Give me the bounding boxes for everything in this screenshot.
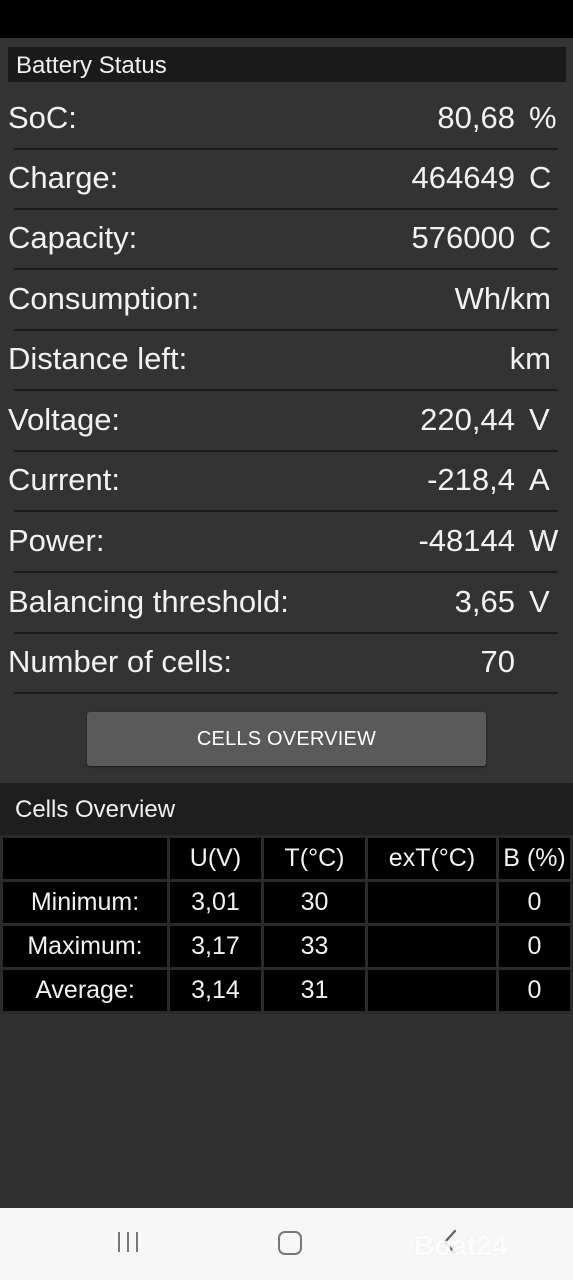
distance-left-label: Distance left: <box>8 341 188 376</box>
cells-overview-header: Cells Overview <box>0 783 573 835</box>
battery-status-header: Battery Status <box>8 47 566 82</box>
capacity-value: 576000 <box>411 220 515 255</box>
cells-overview-button[interactable]: CELLS OVERVIEW <box>87 712 486 766</box>
voltage-value: 220,44 <box>420 402 515 437</box>
column-header: B (%) <box>499 838 570 879</box>
table-row: Maximum: 3,17 33 0 <box>3 926 570 967</box>
table-cell: 0 <box>499 882 570 923</box>
number-of-cells-label: Number of cells: <box>8 644 232 679</box>
row-label: Average: <box>3 970 167 1011</box>
current-value: -218,4 <box>427 462 515 497</box>
row-voltage: Voltage: 220,44 V <box>0 392 573 452</box>
empty-area <box>0 1028 573 1208</box>
navigation-bar: Boat24 <box>0 1208 573 1280</box>
column-header: U(V) <box>170 838 261 879</box>
table-row: Average: 3,14 31 0 <box>3 970 570 1011</box>
charge-label: Charge: <box>8 160 119 195</box>
divider <box>14 692 558 694</box>
status-bar <box>0 0 573 38</box>
table-cell <box>368 882 496 923</box>
divider <box>14 268 558 270</box>
column-header: T(°C) <box>264 838 365 879</box>
cells-overview-table: U(V) T(°C) exT(°C) B (%) Minimum: 3,01 3… <box>0 835 573 1014</box>
current-unit: A <box>529 462 550 497</box>
consumption-label: Consumption: <box>8 281 200 316</box>
charge-value: 464649 <box>411 160 515 195</box>
divider <box>14 389 558 391</box>
divider <box>14 571 558 573</box>
cells-overview-title: Cells Overview <box>15 796 176 823</box>
number-of-cells-value: 70 <box>480 644 515 679</box>
table-cell: 3,14 <box>170 970 261 1011</box>
table-cell <box>368 926 496 967</box>
balancing-threshold-value: 3,65 <box>454 584 515 619</box>
voltage-label: Voltage: <box>8 402 121 437</box>
consumption-value: Wh/km <box>454 281 551 316</box>
battery-status-title: Battery Status <box>16 52 167 79</box>
table-row: Minimum: 3,01 30 0 <box>3 882 570 923</box>
charge-unit: C <box>529 160 552 195</box>
voltage-unit: V <box>529 402 550 437</box>
table-cell: 30 <box>264 882 365 923</box>
current-label: Current: <box>8 462 120 497</box>
home-icon[interactable] <box>278 1231 302 1255</box>
recents-icon[interactable] <box>118 1230 142 1254</box>
row-current: Current: -218,4 A <box>0 452 573 512</box>
row-distance-left: Distance left: km <box>0 331 573 391</box>
column-header: exT(°C) <box>368 838 496 879</box>
row-label: Maximum: <box>3 926 167 967</box>
row-charge: Charge: 464649 C <box>0 150 573 210</box>
table-cell: 3,01 <box>170 882 261 923</box>
power-label: Power: <box>8 523 105 558</box>
table-header-row: U(V) T(°C) exT(°C) B (%) <box>3 838 570 879</box>
row-soc: SoC: 80,68 % <box>0 90 573 150</box>
table-cell: 0 <box>499 970 570 1011</box>
table-cell: 33 <box>264 926 365 967</box>
divider <box>14 510 558 512</box>
balancing-threshold-label: Balancing threshold: <box>8 584 289 619</box>
table-cell: 3,17 <box>170 926 261 967</box>
column-header <box>3 838 167 879</box>
soc-label: SoC: <box>8 100 77 135</box>
capacity-label: Capacity: <box>8 220 138 255</box>
power-unit: W <box>529 523 559 558</box>
row-power: Power: -48144 W <box>0 513 573 573</box>
balancing-threshold-unit: V <box>529 584 550 619</box>
distance-left-value: km <box>509 341 551 376</box>
row-balancing-threshold: Balancing threshold: 3,65 V <box>0 574 573 634</box>
table-cell: 0 <box>499 926 570 967</box>
row-capacity: Capacity: 576000 C <box>0 210 573 270</box>
soc-value: 80,68 <box>437 100 515 135</box>
soc-unit: % <box>529 100 557 135</box>
row-label: Minimum: <box>3 882 167 923</box>
watermark: Boat24 <box>414 1230 508 1261</box>
row-number-of-cells: Number of cells: 70 <box>0 634 573 694</box>
table-cell <box>368 970 496 1011</box>
row-consumption: Consumption: Wh/km <box>0 271 573 331</box>
power-value: -48144 <box>418 523 515 558</box>
battery-status-panel: Battery Status SoC: 80,68 % Charge: 4646… <box>0 38 573 783</box>
capacity-unit: C <box>529 220 552 255</box>
table-cell: 31 <box>264 970 365 1011</box>
